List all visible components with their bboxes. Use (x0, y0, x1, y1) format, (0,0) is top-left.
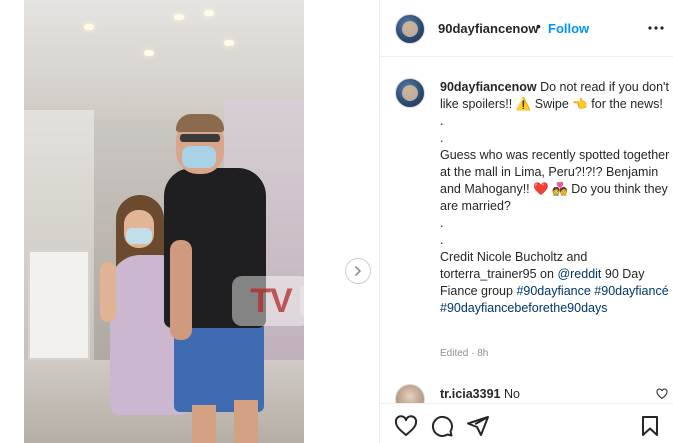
woman-face-mask (126, 228, 152, 244)
caption-dot: . (440, 216, 444, 230)
heart-icon[interactable] (394, 414, 418, 438)
ceiling-light (144, 50, 154, 56)
edited-timestamp: Edited · 8h (440, 348, 489, 359)
caption-line-2: Guess who was recently spotted together … (440, 148, 670, 213)
ceiling-light (224, 40, 234, 46)
post-side-panel: 90dayfiancenow • Follow 90dayfiancenow D… (379, 0, 673, 443)
comment-row: tr.icia3391 No (440, 387, 520, 401)
woman-figure-arm (100, 262, 116, 322)
store-shelf (28, 250, 90, 360)
author-username[interactable]: 90dayfiancenow (438, 21, 538, 36)
follow-button[interactable]: Follow (548, 21, 589, 36)
comment-like-icon[interactable] (656, 388, 668, 400)
caption-author-avatar[interactable] (395, 78, 425, 108)
man-figure-leg (234, 400, 258, 443)
ceiling-light (84, 24, 94, 30)
post-header: 90dayfiancenow • Follow (380, 0, 673, 57)
mention-link[interactable]: @reddit (557, 267, 601, 281)
instagram-post-view: TV 90dayfiancenow • Follow 90dayfianceno… (0, 0, 673, 443)
media-container: TV (0, 0, 379, 443)
caption-dot: . (440, 233, 444, 247)
man-face-mask (182, 146, 216, 168)
ceiling-light (174, 14, 184, 20)
man-sunglasses (180, 134, 220, 142)
bookmark-icon[interactable] (638, 414, 662, 438)
next-media-button[interactable] (345, 258, 371, 284)
caption-dot: . (440, 131, 444, 145)
post-caption: 90dayfiancenow Do not read if you don't … (440, 79, 670, 317)
comment-text: No (503, 387, 520, 401)
share-icon[interactable] (466, 414, 490, 438)
caption-dot: . (440, 114, 444, 128)
chevron-right-icon (355, 266, 361, 276)
comment-icon[interactable] (430, 414, 454, 438)
post-action-bar (380, 403, 673, 443)
ceiling-light (204, 10, 214, 16)
man-figure-hair (176, 114, 224, 132)
commenter-username[interactable]: tr.icia3391 (440, 387, 500, 401)
tv-watermark-logo: TV (232, 276, 310, 326)
man-figure-arm (170, 240, 192, 340)
man-figure-leg (192, 405, 216, 443)
comments-section[interactable]: 90dayfiancenow Do not read if you don't … (380, 58, 673, 403)
caption-username[interactable]: 90dayfiancenow (440, 80, 537, 94)
post-photo[interactable] (24, 0, 304, 443)
more-options-icon[interactable] (646, 20, 666, 36)
author-avatar[interactable] (395, 14, 425, 44)
header-separator: • (536, 18, 541, 34)
commenter-avatar[interactable] (395, 384, 425, 403)
